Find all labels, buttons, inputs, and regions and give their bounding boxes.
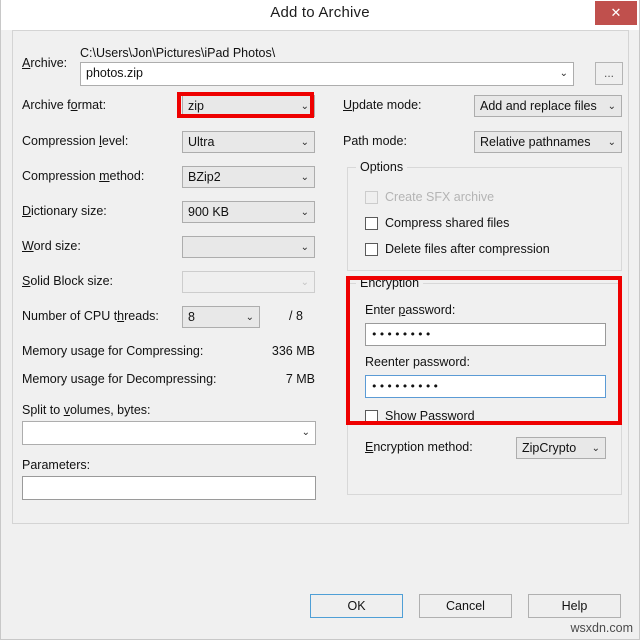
update-mode-label: Update mode: [343, 98, 422, 112]
chevron-down-icon: ⌄ [592, 438, 600, 459]
memory-decompressing-value: 7 MB [246, 372, 315, 386]
dialog-content-panel: Archive: C:\Users\Jon\Pictures\iPad Phot… [12, 30, 629, 524]
enter-password-label: Enter password: [365, 303, 455, 317]
add-to-archive-dialog: Add to Archive ✕ Archive: C:\Users\Jon\P… [0, 0, 640, 640]
cpu-threads-value: 8 [188, 310, 195, 324]
chevron-down-icon: ⌄ [301, 96, 309, 117]
chevron-down-icon: ⌄ [301, 272, 309, 293]
archive-path-text: C:\Users\Jon\Pictures\iPad Photos\ [80, 46, 275, 60]
reenter-password-label: Reenter password: [365, 355, 470, 369]
archive-format-label: Archive format: [22, 98, 106, 112]
encryption-method-value: ZipCrypto [522, 441, 576, 455]
reenter-password-value: ••••••••• [371, 380, 440, 393]
archive-format-value: zip [188, 99, 204, 113]
split-volumes-label: Split to volumes, bytes: [22, 403, 151, 417]
compression-method-label: Compression method: [22, 169, 144, 183]
memory-decompressing-label: Memory usage for Decompressing: [22, 372, 217, 386]
watermark: wsxdn.com [570, 621, 633, 635]
cancel-button[interactable]: Cancel [419, 594, 512, 618]
chevron-down-icon: ⌄ [301, 202, 309, 223]
split-volumes-combo[interactable]: ⌄ [22, 421, 316, 445]
enter-password-input[interactable]: •••••••• [365, 323, 606, 346]
dictionary-size-label: Dictionary size: [22, 204, 107, 218]
path-mode-value: Relative pathnames [480, 135, 590, 149]
checkbox-label: Create SFX archive [385, 190, 494, 204]
parameters-input[interactable] [22, 476, 316, 500]
cpu-threads-label: Number of CPU threads: [22, 309, 159, 323]
checkbox-icon[interactable] [365, 243, 378, 256]
browse-button[interactable]: ... [595, 62, 623, 85]
update-mode-combo[interactable]: Add and replace files ⌄ [474, 95, 622, 117]
memory-compressing-value: 336 MB [246, 344, 315, 358]
archive-label: Archive: [22, 56, 67, 70]
path-mode-label: Path mode: [343, 134, 407, 148]
chevron-down-icon: ⌄ [560, 63, 568, 84]
options-groupbox: Options Create SFX archive Compress shar… [347, 167, 622, 271]
parameters-label: Parameters: [22, 458, 90, 472]
checkbox-icon [365, 191, 378, 204]
chevron-down-icon: ⌄ [301, 132, 309, 153]
encryption-groupbox: Encryption Enter password: •••••••• Reen… [347, 283, 622, 495]
encryption-method-label: Encryption method: [365, 440, 473, 454]
compression-method-value: BZip2 [188, 170, 221, 184]
compression-level-value: Ultra [188, 135, 214, 149]
checkbox-icon[interactable] [365, 410, 378, 423]
cpu-threads-combo[interactable]: 8 ⌄ [182, 306, 260, 328]
chevron-down-icon: ⌄ [301, 167, 309, 188]
solid-block-size-combo: ⌄ [182, 271, 315, 293]
title-bar: Add to Archive ✕ [1, 0, 639, 30]
cpu-threads-total: / 8 [289, 309, 303, 323]
chevron-down-icon: ⌄ [301, 237, 309, 258]
encryption-method-combo[interactable]: ZipCrypto ⌄ [516, 437, 606, 459]
ok-button[interactable]: OK [310, 594, 403, 618]
checkbox-icon[interactable] [365, 217, 378, 230]
options-group-title: Options [356, 160, 407, 174]
window-title: Add to Archive [1, 4, 639, 21]
solid-block-size-label: Solid Block size: [22, 274, 113, 288]
dictionary-size-combo[interactable]: 900 KB ⌄ [182, 201, 315, 223]
archive-filename-combo[interactable]: photos.zip ⌄ [80, 62, 574, 86]
path-mode-combo[interactable]: Relative pathnames ⌄ [474, 131, 622, 153]
memory-compressing-label: Memory usage for Compressing: [22, 344, 203, 358]
encryption-group-title: Encryption [356, 276, 423, 290]
chevron-down-icon: ⌄ [608, 132, 616, 153]
compression-method-combo[interactable]: BZip2 ⌄ [182, 166, 315, 188]
chevron-down-icon: ⌄ [302, 422, 310, 443]
chevron-down-icon: ⌄ [246, 307, 254, 328]
compression-level-label: Compression level: [22, 134, 128, 148]
dictionary-size-value: 900 KB [188, 205, 229, 219]
checkbox-label: Show Password [385, 409, 475, 423]
compression-level-combo[interactable]: Ultra ⌄ [182, 131, 315, 153]
update-mode-value: Add and replace files [480, 99, 597, 113]
word-size-combo[interactable]: ⌄ [182, 236, 315, 258]
close-icon[interactable]: ✕ [595, 1, 637, 25]
archive-filename-value: photos.zip [86, 66, 143, 80]
checkbox-label: Delete files after compression [385, 242, 550, 256]
reenter-password-input[interactable]: ••••••••• [365, 375, 606, 398]
help-button[interactable]: Help [528, 594, 621, 618]
archive-format-combo[interactable]: zip ⌄ [182, 95, 315, 117]
word-size-label: Word size: [22, 239, 81, 253]
enter-password-value: •••••••• [371, 328, 433, 341]
checkbox-label: Compress shared files [385, 216, 509, 230]
chevron-down-icon: ⌄ [608, 96, 616, 117]
